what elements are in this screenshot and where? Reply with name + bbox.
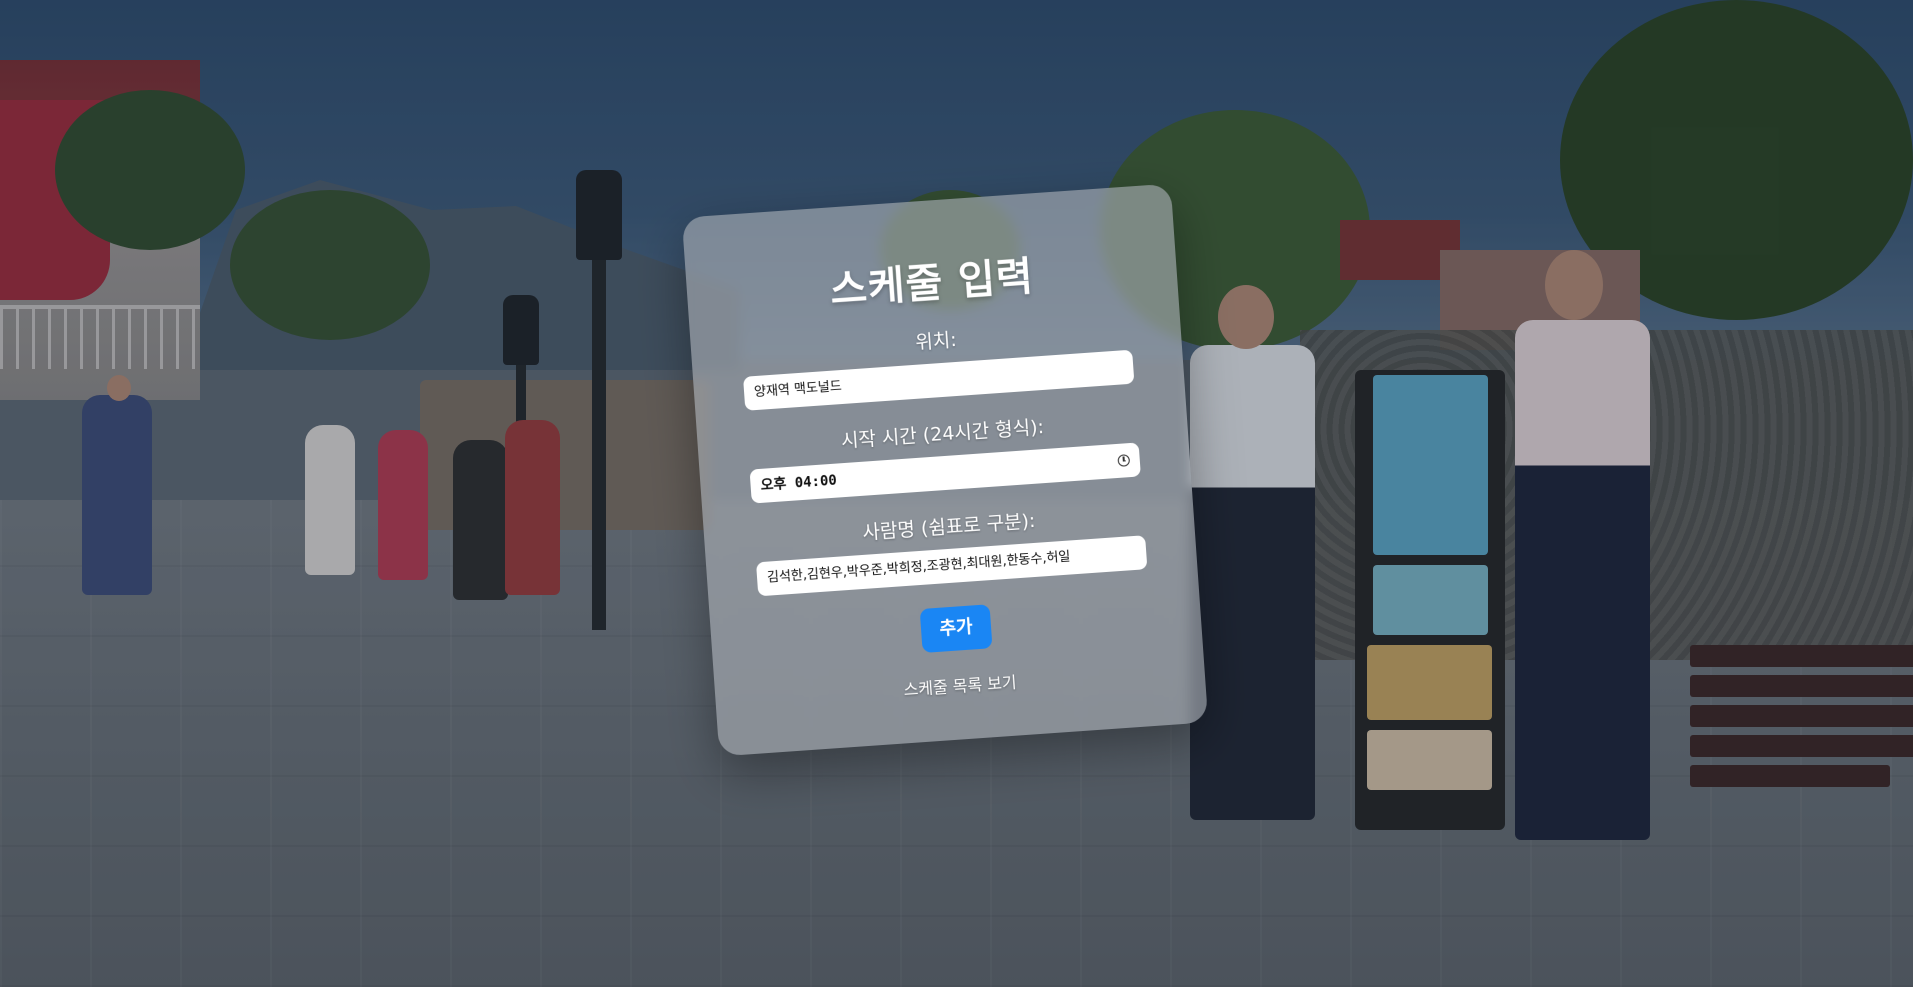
start-time-input-value: 오후 04:00 [760, 472, 838, 494]
location-input-value: 양재역 맥도널드 [753, 379, 843, 401]
add-button[interactable]: 추가 [920, 604, 993, 653]
people-input-value: 김석한,김현우,박우준,박희정,조광현,최대원,한동수,허일 [766, 549, 1071, 586]
form-title: 스케줄 입력 [828, 253, 1036, 314]
clock-icon[interactable] [1117, 454, 1131, 467]
schedule-form-card: 스케줄 입력 위치: 양재역 맥도널드 시작 시간 (24시간 형식): 오후 … [681, 183, 1209, 757]
view-schedule-list-link[interactable]: 스케줄 목록 보기 [715, 655, 1205, 713]
